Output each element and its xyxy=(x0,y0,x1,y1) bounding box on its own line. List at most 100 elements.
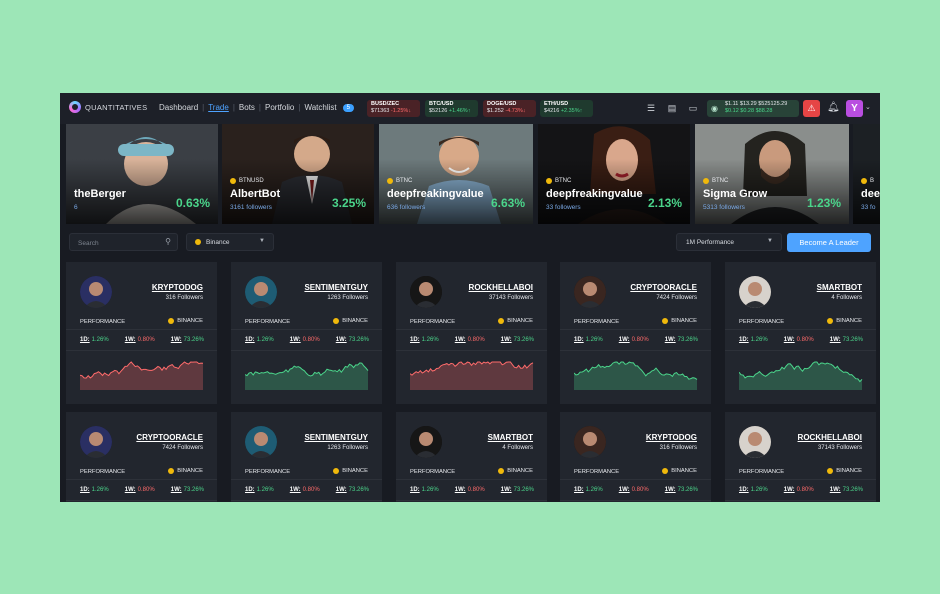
search-icon[interactable]: ⚲ xyxy=(165,237,171,246)
leader-name[interactable]: SMARTBOT xyxy=(817,283,862,292)
performance-label: PERFORMANCE xyxy=(574,319,620,325)
avatar[interactable] xyxy=(245,426,277,458)
arrow-up-icon: ↑ xyxy=(579,108,583,114)
leader-name[interactable]: SENTIMENTGUY xyxy=(304,433,368,442)
leader-name[interactable]: SMARTBOT xyxy=(488,433,533,442)
avatar[interactable] xyxy=(739,276,771,308)
ticker-change: -4.73% xyxy=(505,108,523,114)
leader-card[interactable]: CRYPTOORACLE 7424 Followers PERFORMANCE BIN… xyxy=(560,262,711,404)
ticker-btc-usd[interactable]: BTC/USD $52126 +1.46%↑ xyxy=(425,100,478,117)
stat-label: 1W: xyxy=(500,337,512,343)
leader-followers: 4 Followers xyxy=(502,445,533,451)
divider xyxy=(66,329,217,330)
hero-card[interactable]: BTNUSD AlbertBot 3161 followers 3.25% xyxy=(222,124,374,224)
leader-card[interactable]: KRYPTODOG 316 Followers PERFORMANCE BINANCE… xyxy=(560,412,711,502)
stat-total: 1W: 73.26% xyxy=(336,487,369,493)
user-avatar[interactable]: Y xyxy=(846,100,863,117)
leader-followers: 316 Followers xyxy=(165,295,203,301)
hero-performance: 6.63% xyxy=(490,196,525,210)
ticker-eth-usd[interactable]: ETH/USD $4216 +2.35%↑ xyxy=(540,100,593,117)
stat-label: 1W: xyxy=(124,487,136,493)
nav-trade[interactable]: Trade xyxy=(208,103,229,112)
leader-followers: 37143 Followers xyxy=(488,295,533,301)
leader-name[interactable]: CRYPTOORACLE xyxy=(136,433,203,442)
arrow-down-icon: ↓ xyxy=(408,108,412,114)
avatar[interactable] xyxy=(245,276,277,308)
leader-card[interactable]: KRYPTODOG 316 Followers PERFORMANCE BINANCE… xyxy=(66,262,217,404)
nav-bots[interactable]: Bots xyxy=(239,103,255,112)
stat-label: 1W: xyxy=(618,487,630,493)
nav-separator: | xyxy=(258,103,261,112)
avatar[interactable] xyxy=(410,426,442,458)
hero-performance: 2.13% xyxy=(647,196,682,210)
hero-ticker-label: BTNC xyxy=(396,178,413,184)
stat-total: 1W: 73.26% xyxy=(336,337,369,343)
stat-label: 1W: xyxy=(335,487,347,493)
avatar[interactable] xyxy=(80,276,112,308)
stat-1d: 1D: 1.26% xyxy=(80,487,109,493)
hero-card[interactable]: BTNC Sigma Grow 5313 followers 1.23% xyxy=(695,124,849,224)
search-input[interactable] xyxy=(76,237,160,249)
divider xyxy=(231,350,382,351)
stat-1d: 1D: 1.26% xyxy=(739,487,768,493)
leader-card[interactable]: SENTIMENTGUY 1263 Followers PERFORMANCE BIN… xyxy=(231,262,382,404)
exchange-label: BINANCE xyxy=(507,318,533,324)
performance-label: PERFORMANCE xyxy=(80,469,126,475)
leader-name[interactable]: ROCKHELLABOI xyxy=(469,283,533,292)
hero-name: Sigma Grow xyxy=(703,188,768,200)
exchange-select-value: Binance xyxy=(206,239,230,246)
wallet-icon[interactable]: ▭ xyxy=(687,102,699,114)
leader-name[interactable]: ROCKHELLABOI xyxy=(798,433,862,442)
hero-card[interactable]: BTNC deepfreakingvalue 33 followers 2.13… xyxy=(538,124,690,224)
leader-name[interactable]: KRYPTODOG xyxy=(646,433,697,442)
logo[interactable]: QUANTITATIVES xyxy=(69,101,147,113)
stat-total: 1W: 73.26% xyxy=(665,487,698,493)
warning-icon[interactable]: ⚠ xyxy=(803,100,820,117)
binance-coin-icon xyxy=(333,468,340,474)
nav-separator: | xyxy=(298,103,301,112)
hero-card[interactable]: theBerger 6 0.63% xyxy=(66,124,218,224)
hero-name: dee xyxy=(861,188,880,200)
avatar[interactable] xyxy=(80,426,112,458)
ticker-doge-usd[interactable]: DOGE/USD $1.252 -4.73%↓ xyxy=(483,100,536,117)
avatar[interactable] xyxy=(739,426,771,458)
document-icon[interactable]: ▤ xyxy=(666,102,678,114)
stat-label: 1W: xyxy=(289,487,301,493)
performance-stats: 1D: 1.26% 1W: 0.80% 1W: 73.26% xyxy=(739,337,863,343)
chevron-down-icon[interactable]: ⌄ xyxy=(865,103,871,111)
leader-card[interactable]: SENTIMENTGUY 1263 Followers PERFORMANCE BIN… xyxy=(231,412,382,502)
hero-performance: 1.23% xyxy=(806,196,841,210)
avatar[interactable] xyxy=(574,276,606,308)
nav-portfolio[interactable]: Portfolio xyxy=(265,103,294,112)
chevron-down-icon: ▼ xyxy=(259,238,265,244)
leader-card[interactable]: SMARTBOT 4 Followers PERFORMANCE BINANCE 1D:… xyxy=(725,262,876,404)
hero-card[interactable]: BTNC deepfreakingvalue 636 followers 6.6… xyxy=(379,124,533,224)
bell-icon[interactable]: 🔔︎ xyxy=(827,102,840,113)
stat-1w: 1W: 0.80% xyxy=(455,487,485,493)
hero-ticker: BTNC xyxy=(546,178,571,184)
period-select[interactable]: 1M Performance ▼ xyxy=(676,233,782,251)
avatar[interactable] xyxy=(410,276,442,308)
stat-label: 1D: xyxy=(739,487,749,493)
stat-1w: 1W: 0.80% xyxy=(619,487,649,493)
leader-card[interactable]: SMARTBOT 4 Followers PERFORMANCE BINANCE 1D:… xyxy=(396,412,547,502)
hero-card[interactable]: B dee 33 fo xyxy=(853,124,880,224)
leader-name[interactable]: KRYPTODOG xyxy=(152,283,203,292)
stat-1d: 1D: 1.26% xyxy=(80,337,109,343)
leader-name[interactable]: CRYPTOORACLE xyxy=(630,283,697,292)
performance-stats: 1D: 1.26% 1W: 0.80% 1W: 73.26% xyxy=(410,487,534,493)
leader-card[interactable]: CRYPTOORACLE 7424 Followers PERFORMANCE BIN… xyxy=(66,412,217,502)
list-view-icon[interactable]: ☰ xyxy=(645,102,657,114)
leader-name[interactable]: SENTIMENTGUY xyxy=(304,283,368,292)
stat-label: 1W: xyxy=(783,487,795,493)
nav-dashboard[interactable]: Dashboard xyxy=(159,103,198,112)
avatar[interactable] xyxy=(574,426,606,458)
binance-coin-icon xyxy=(546,178,552,184)
exchange-select[interactable]: Binance ▼ xyxy=(186,233,274,251)
become-leader-button[interactable]: Become A Leader xyxy=(787,233,871,252)
nav-watchlist[interactable]: Watchlist xyxy=(304,103,336,112)
leader-card[interactable]: ROCKHELLABOI 37143 Followers PERFORMANCE BI… xyxy=(396,262,547,404)
leader-card[interactable]: ROCKHELLABOI 37143 Followers PERFORMANCE BI… xyxy=(725,412,876,502)
ticker-busd-zec[interactable]: BUSD/ZEC $71363 -1.25%↓ xyxy=(367,100,420,117)
wallet-balance[interactable]: ◉ $1.11 $13.29 $525125.29 $0.12 $0.28 $8… xyxy=(707,100,799,117)
